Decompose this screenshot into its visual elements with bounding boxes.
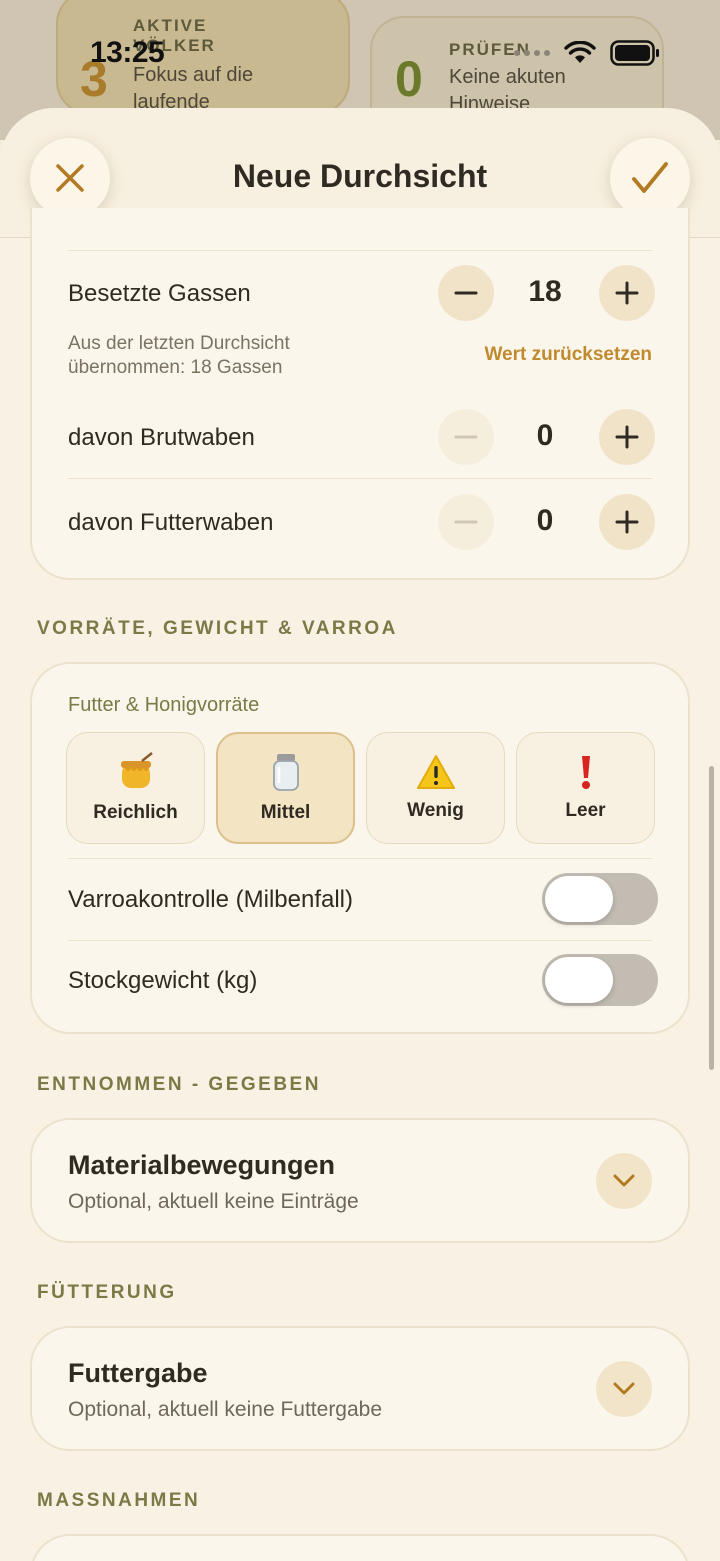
- chevron-down-icon: [613, 1174, 635, 1187]
- brood-decrement-button[interactable]: [438, 409, 494, 465]
- divider: [68, 478, 652, 479]
- occupied-frames-label: Besetzte Gassen: [68, 280, 251, 307]
- food-decrement-button[interactable]: [438, 494, 494, 550]
- measures-card[interactable]: [30, 1534, 690, 1561]
- varroa-label: Varroakontrolle (Milbenfall): [68, 886, 353, 913]
- stores-option-label: Leer: [565, 800, 606, 821]
- divider: [68, 858, 652, 859]
- exclamation-icon: [581, 756, 590, 789]
- honey-pot-icon: [120, 752, 153, 788]
- minus-icon: [454, 435, 478, 439]
- varroa-toggle[interactable]: [542, 873, 658, 925]
- brood-frames-value: 0: [536, 419, 554, 452]
- feeding-title: Futtergabe: [68, 1358, 208, 1388]
- food-frames-label: davon Futterwaben: [68, 509, 274, 536]
- stores-option-label: Reichlich: [93, 802, 178, 823]
- inspection-sheet: Neue Durchsicht Besetzte Gassen 18 Aus d…: [0, 108, 720, 1561]
- warning-icon: [416, 755, 455, 789]
- brood-increment-button[interactable]: [599, 409, 655, 465]
- toggle-knob: [545, 957, 613, 1003]
- checkmark-icon: [632, 162, 668, 193]
- occupied-increment-button[interactable]: [599, 265, 655, 321]
- stores-option-medium[interactable]: Mittel: [216, 732, 355, 844]
- battery-icon: [610, 40, 659, 66]
- occupied-decrement-button[interactable]: [438, 265, 494, 321]
- stores-card: Futter & Honigvorräte Reichlich Mittel W…: [30, 662, 690, 1034]
- food-frames-value: 0: [536, 504, 554, 537]
- toggle-knob: [545, 876, 613, 922]
- feeding-subtitle: Optional, aktuell keine Futtergabe: [68, 1398, 383, 1421]
- food-increment-button[interactable]: [599, 494, 655, 550]
- minus-icon: [454, 291, 478, 295]
- weight-label: Stockgewicht (kg): [68, 967, 258, 994]
- status-icons: [514, 40, 660, 66]
- material-title: Materialbewegungen: [68, 1150, 336, 1180]
- stores-option-label: Wenig: [407, 800, 464, 821]
- stores-option-empty[interactable]: Leer: [516, 732, 655, 844]
- section-title-feeding: FÜTTERUNG: [37, 1282, 177, 1303]
- divider: [68, 940, 652, 941]
- stores-option-low[interactable]: Wenig: [366, 732, 505, 844]
- plus-icon: [615, 281, 639, 305]
- section-title-stores: VORRÄTE, GEWICHT & VARROA: [37, 618, 398, 639]
- jar-icon: [272, 754, 299, 791]
- wifi-icon: [564, 41, 596, 63]
- material-subtitle: Optional, aktuell keine Einträge: [68, 1190, 359, 1213]
- brood-frames-label: davon Brutwaben: [68, 424, 255, 451]
- divider: [68, 250, 652, 251]
- background-check-count: 0: [395, 51, 423, 107]
- stores-label: Futter & Honigvorräte: [68, 694, 260, 716]
- plus-icon: [615, 425, 639, 449]
- frames-card: Besetzte Gassen 18 Aus der letzten Durch…: [30, 208, 690, 580]
- confirm-button[interactable]: [610, 138, 690, 218]
- feeding-expand-button[interactable]: [596, 1361, 652, 1417]
- chevron-down-icon: [613, 1382, 635, 1395]
- stores-option-plenty[interactable]: Reichlich: [66, 732, 205, 844]
- previous-value-hint: Aus der letzten Durchsicht übernommen: 1…: [68, 333, 290, 378]
- section-title-material: ENTNOMMEN - GEGEBEN: [37, 1074, 321, 1095]
- section-title-measures: MASSNAHMEN: [37, 1490, 201, 1511]
- minus-icon: [454, 520, 478, 524]
- feeding-card[interactable]: Futtergabe Optional, aktuell keine Futte…: [30, 1326, 690, 1451]
- material-expand-button[interactable]: [596, 1153, 652, 1209]
- stores-option-label: Mittel: [260, 802, 311, 823]
- occupied-frames-value: 18: [528, 275, 562, 308]
- scrollbar[interactable]: [709, 766, 714, 1070]
- plus-icon: [615, 510, 639, 534]
- material-card[interactable]: Materialbewegungen Optional, aktuell kei…: [30, 1118, 690, 1243]
- weight-toggle[interactable]: [542, 954, 658, 1006]
- status-time: 13:25: [90, 36, 165, 69]
- reset-value-link[interactable]: Wert zurücksetzen: [484, 344, 652, 366]
- signal-icon: [514, 50, 550, 56]
